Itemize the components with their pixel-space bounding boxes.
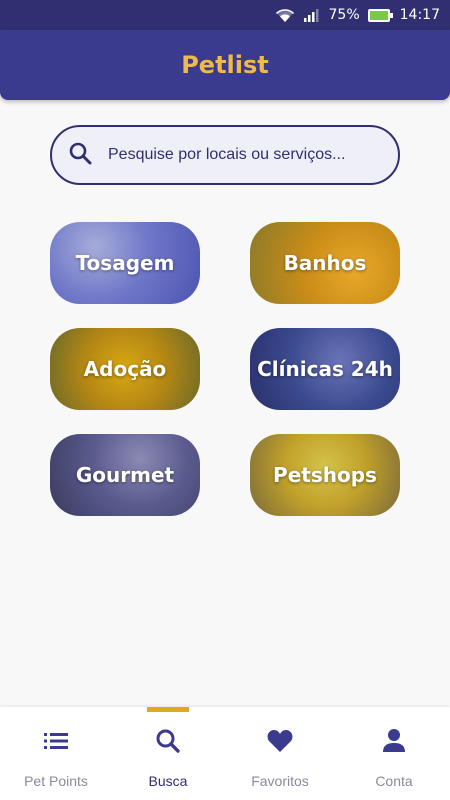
app-bar: Petlist <box>0 30 450 100</box>
list-icon <box>43 727 69 755</box>
category-label: Gourmet <box>75 463 175 487</box>
category-banhos[interactable]: Banhos <box>250 222 400 304</box>
battery-percent: 75% <box>328 7 360 23</box>
category-petshops[interactable]: Petshops <box>250 434 400 516</box>
category-clinicas-24h[interactable]: Clínicas 24h <box>250 328 400 410</box>
nav-label: Pet Points <box>24 773 88 789</box>
nav-label: Conta <box>375 773 413 789</box>
search-placeholder: Pesquise por locais ou serviços... <box>108 146 346 163</box>
search-input[interactable]: Pesquise por locais ou serviços... <box>50 125 400 185</box>
nav-label: Favoritos <box>251 773 309 789</box>
heart-icon <box>266 727 294 755</box>
category-tosagem[interactable]: Tosagem <box>50 222 200 304</box>
category-gourmet[interactable]: Gourmet <box>50 434 200 516</box>
battery-icon <box>367 8 393 22</box>
wifi-icon <box>275 7 295 23</box>
category-label: Clínicas 24h <box>257 357 393 381</box>
active-indicator <box>147 707 189 712</box>
signal-icon <box>303 8 321 22</box>
category-label: Petshops <box>273 463 377 487</box>
nav-pet-points[interactable]: Pet Points <box>0 707 112 800</box>
person-icon <box>382 727 406 755</box>
category-label: Banhos <box>283 251 367 275</box>
search-icon <box>155 727 181 755</box>
nav-label: Busca <box>148 773 188 789</box>
category-label: Adoção <box>83 357 167 381</box>
search-icon <box>68 141 92 169</box>
status-bar: 75% 14:17 <box>0 0 450 30</box>
category-label: Tosagem <box>75 251 175 275</box>
clock: 14:17 <box>399 7 440 23</box>
category-adocao[interactable]: Adoção <box>50 328 200 410</box>
app-title: Petlist <box>181 51 269 79</box>
nav-busca[interactable]: Busca <box>112 707 224 800</box>
nav-conta[interactable]: Conta <box>338 707 450 800</box>
bottom-navigation: Pet Points Busca Favoritos Conta <box>0 707 450 800</box>
nav-favoritos[interactable]: Favoritos <box>224 707 336 800</box>
